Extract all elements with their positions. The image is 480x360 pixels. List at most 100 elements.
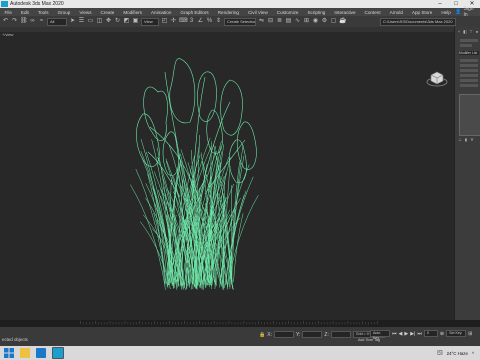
set-key-button[interactable]: Set Key bbox=[446, 330, 467, 337]
go-start-icon[interactable]: ⏮ bbox=[392, 331, 397, 337]
prev-frame-icon[interactable]: ◀ bbox=[399, 331, 403, 337]
motion-tab-icon[interactable]: ● bbox=[475, 30, 479, 34]
menu-item-customize[interactable]: Customize bbox=[272, 10, 303, 15]
pivot-icon[interactable]: ◰ bbox=[161, 18, 168, 25]
app-icon[interactable] bbox=[36, 348, 46, 358]
rect-region-icon[interactable]: ▭ bbox=[87, 18, 94, 25]
menu-bar: File Edit Tools Group Views Create Modifiers An… bbox=[0, 6, 480, 18]
modifier-button[interactable] bbox=[460, 69, 478, 72]
render-frame-icon[interactable]: ▢ bbox=[330, 18, 337, 25]
show-end-result-icon[interactable]: ▮ bbox=[464, 138, 468, 142]
render-setup-icon[interactable]: ⚙ bbox=[321, 18, 328, 25]
leaf bbox=[136, 113, 160, 167]
weather-text[interactable]: 24°C Haze bbox=[447, 351, 468, 356]
selection-filter-dropdown[interactable]: All bbox=[47, 17, 67, 26]
percent-snap-icon[interactable]: % bbox=[206, 18, 213, 25]
menu-item-civil-view[interactable]: Civil View bbox=[243, 10, 272, 15]
schematic-view-icon[interactable]: ⊞ bbox=[303, 18, 310, 25]
angle-snap-icon[interactable]: ∠ bbox=[197, 18, 204, 25]
scale-icon[interactable]: ◩ bbox=[123, 18, 130, 25]
window-crossing-icon[interactable]: ◫ bbox=[96, 18, 103, 25]
current-frame-field[interactable]: 0 bbox=[423, 330, 438, 337]
mirror-icon[interactable]: ⇋ bbox=[258, 18, 265, 25]
menu-item-edit[interactable]: Edit bbox=[16, 10, 33, 15]
select-object-icon[interactable]: ➤ bbox=[69, 18, 76, 25]
go-end-icon[interactable]: ⏭ bbox=[417, 331, 422, 337]
minimize-button[interactable]: – bbox=[432, 0, 448, 8]
render-icon[interactable]: ☕ bbox=[339, 18, 346, 25]
lock-icon[interactable]: 🔒 bbox=[259, 332, 265, 338]
pin-stack-icon[interactable]: ⊥ bbox=[458, 138, 462, 142]
menu-item-app-store[interactable]: App Store bbox=[407, 10, 436, 15]
redo-icon[interactable]: ↷ bbox=[11, 18, 18, 25]
menu-item-arnold[interactable]: Arnold bbox=[385, 10, 407, 15]
move-icon[interactable]: ✥ bbox=[105, 18, 112, 25]
timeline-ticks[interactable] bbox=[4, 321, 454, 325]
undo-icon[interactable]: ↶ bbox=[2, 18, 9, 25]
viewcube-icon[interactable] bbox=[426, 70, 448, 88]
menu-item-create[interactable]: Create bbox=[96, 10, 119, 15]
menu-item-modifiers[interactable]: Modifiers bbox=[119, 10, 147, 15]
auto-key-button[interactable]: Auto Key bbox=[370, 330, 390, 340]
curve-editor-icon[interactable]: ∿ bbox=[294, 18, 301, 25]
x-field[interactable] bbox=[273, 331, 294, 338]
placement-icon[interactable]: ▣ bbox=[132, 18, 139, 25]
object-name-field[interactable] bbox=[460, 39, 478, 42]
hierarchy-tab-icon[interactable]: ⊤ bbox=[469, 30, 473, 34]
zoom-extents-icon[interactable]: ⊞ bbox=[468, 331, 472, 337]
tray-chevron-icon[interactable]: ^ bbox=[472, 351, 474, 356]
command-panel: + ◧ ⊤ ● Modifier List ⊥ ▮ ∀ bbox=[454, 27, 480, 320]
next-frame-icon[interactable]: ▶| bbox=[410, 331, 415, 337]
modifier-button[interactable] bbox=[460, 74, 478, 77]
menu-item-file[interactable]: File bbox=[0, 10, 16, 15]
selection-set-dropdown[interactable]: Create Selection Se bbox=[224, 17, 256, 26]
snaps-toggle-icon[interactable]: 3 bbox=[188, 18, 195, 25]
menu-item-graph-editors[interactable]: Graph Editors bbox=[176, 10, 213, 15]
modifier-stack[interactable] bbox=[459, 94, 480, 136]
z-field[interactable] bbox=[330, 331, 351, 338]
play-icon[interactable]: ▶ bbox=[404, 331, 408, 337]
key-mode-icon[interactable]: ⊕ bbox=[440, 331, 444, 337]
y-field[interactable] bbox=[302, 331, 323, 338]
material-editor-icon[interactable]: ◉ bbox=[312, 18, 319, 25]
menu-item-interactive[interactable]: Interactive bbox=[330, 10, 360, 15]
modifier-button[interactable] bbox=[460, 59, 478, 62]
modify-tab-icon[interactable]: ◧ bbox=[463, 30, 467, 34]
menu-item-group[interactable]: Group bbox=[53, 10, 75, 15]
menu-item-content[interactable]: Content bbox=[360, 10, 385, 15]
menu-item-scripting[interactable]: Scripting bbox=[303, 10, 330, 15]
file-explorer-icon[interactable] bbox=[20, 348, 30, 358]
object-color-swatch[interactable] bbox=[460, 44, 472, 47]
viewport-label[interactable]: +/view bbox=[2, 32, 13, 37]
menu-item-rendering[interactable]: Rendering bbox=[213, 10, 243, 15]
modifier-button[interactable] bbox=[460, 64, 478, 67]
create-tab-icon[interactable]: + bbox=[457, 30, 461, 34]
menu-item-tools[interactable]: Tools bbox=[33, 10, 53, 15]
project-path-field[interactable]: C:\Users\SS\Documents\3ds Max 2020 bbox=[380, 17, 456, 26]
modifier-button[interactable] bbox=[460, 84, 478, 87]
unlink-icon[interactable]: ∞ bbox=[29, 18, 36, 25]
modifier-button[interactable] bbox=[460, 79, 478, 82]
toggle-ribbon-icon[interactable]: ▤ bbox=[285, 18, 292, 25]
perspective-viewport[interactable] bbox=[0, 32, 454, 320]
select-by-name-icon[interactable]: ☰ bbox=[78, 18, 85, 25]
select-manipulate-icon[interactable]: ✢ bbox=[170, 18, 177, 25]
playback-controls: Auto Key ⏮ ◀ ▶ ▶| ⏭ 0 ⊕ Set Key ⊞ bbox=[370, 330, 472, 340]
keyboard-shortcut-icon[interactable]: ⌨ bbox=[179, 18, 188, 25]
ref-coord-dropdown[interactable]: View bbox=[141, 17, 159, 26]
menu-item-animation[interactable]: Animation bbox=[146, 10, 175, 15]
spinner-snap-icon[interactable]: ⇕ bbox=[215, 18, 222, 25]
menu-item-views[interactable]: Views bbox=[75, 10, 96, 15]
weather-icon[interactable]: 🌫 bbox=[437, 350, 443, 356]
align-icon[interactable]: ⊟ bbox=[267, 18, 274, 25]
bind-space-warp-icon[interactable]: ≈ bbox=[38, 18, 45, 25]
layer-explorer-icon[interactable]: ≣ bbox=[276, 18, 283, 25]
make-unique-icon[interactable]: ∀ bbox=[470, 138, 474, 142]
windows-start-icon[interactable] bbox=[4, 348, 14, 358]
menu-item-help[interactable]: Help bbox=[437, 10, 455, 15]
rotate-icon[interactable]: ↻ bbox=[114, 18, 121, 25]
link-icon[interactable]: ⛓ bbox=[20, 18, 28, 25]
coordinate-display: 🔒 X: Y: Z: Grid = 0'10" bbox=[259, 331, 385, 338]
modifier-list-dropdown[interactable]: Modifier List bbox=[459, 51, 479, 55]
3dsmax-taskbar-icon[interactable] bbox=[52, 347, 64, 359]
